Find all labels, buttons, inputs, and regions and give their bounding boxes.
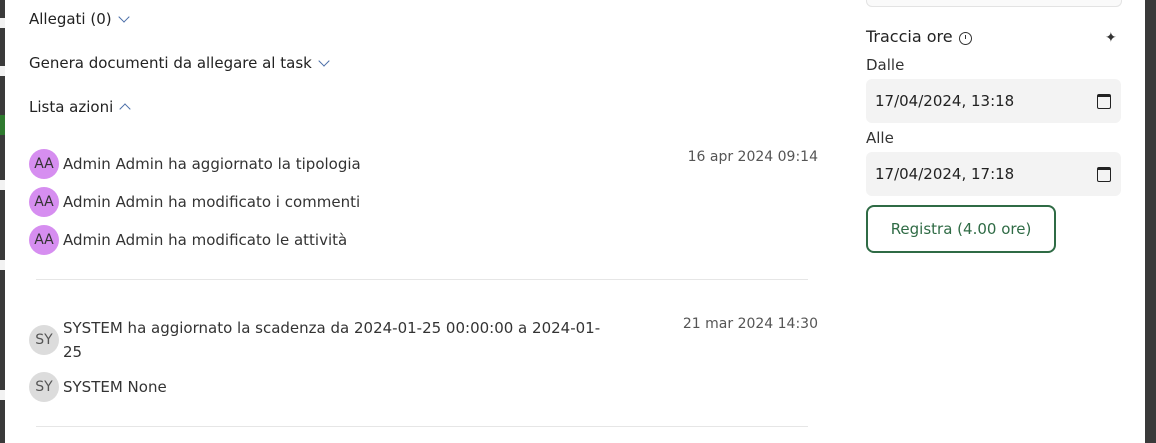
action-item: AA Admin Admin ha modificato le attività	[29, 225, 347, 255]
action-item: SY SYSTEM ha aggiornato la scadenza da 2…	[29, 316, 623, 364]
action-text: Admin Admin ha aggiornato la tipologia	[63, 155, 361, 173]
generate-docs-label: Genera documenti da allegare al task	[29, 54, 312, 72]
time-tracking-title: Traccia ore	[866, 27, 972, 46]
avatar: AA	[29, 149, 59, 179]
register-hours-button[interactable]: Registra (4.00 ore)	[866, 205, 1056, 253]
action-item: SY SYSTEM None	[29, 372, 167, 402]
clock-icon[interactable]	[958, 31, 972, 45]
edge-mark	[0, 66, 5, 76]
avatar: AA	[29, 225, 59, 255]
chevron-up-icon	[119, 103, 131, 115]
action-item: AA Admin Admin ha aggiornato la tipologi…	[29, 149, 361, 179]
group-divider	[36, 426, 808, 427]
avatar: SY	[29, 325, 59, 355]
to-label: Alle	[866, 129, 894, 147]
avatar: SY	[29, 372, 59, 402]
attachments-toggle[interactable]: Allegati (0)	[29, 10, 130, 28]
previous-panel-box	[866, 0, 1122, 7]
left-overlay-edge	[0, 0, 5, 443]
edge-mark	[0, 260, 5, 270]
edge-mark-green	[0, 115, 5, 135]
action-text-line: 25	[63, 343, 83, 361]
edge-mark	[0, 180, 5, 190]
chevron-down-icon	[117, 10, 130, 23]
edge-mark	[0, 390, 5, 400]
time-tracking-label: Traccia ore	[866, 27, 953, 46]
action-text: Admin Admin ha modificato i commenti	[63, 193, 361, 211]
calendar-icon[interactable]	[1097, 166, 1111, 182]
sparkle-icon[interactable]: ✦	[1105, 30, 1117, 46]
avatar: AA	[29, 187, 59, 217]
from-datetime-value: 17/04/2024, 13:18	[875, 92, 1015, 110]
attachments-label: Allegati (0)	[29, 10, 112, 28]
action-timestamp: 16 apr 2024 09:14	[687, 149, 818, 165]
action-text: SYSTEM ha aggiornato la scadenza da 2024…	[63, 316, 623, 364]
group-divider	[36, 279, 808, 280]
calendar-icon[interactable]	[1097, 93, 1111, 109]
right-overlay-edge	[1145, 0, 1156, 443]
from-datetime-input[interactable]: 17/04/2024, 13:18	[866, 79, 1121, 123]
from-label: Dalle	[866, 56, 905, 74]
chevron-down-icon	[318, 54, 330, 67]
to-datetime-input[interactable]: 17/04/2024, 17:18	[866, 152, 1121, 196]
actions-toggle[interactable]: Lista azioni	[29, 98, 131, 116]
actions-label: Lista azioni	[29, 98, 114, 116]
action-text-line: SYSTEM ha aggiornato la scadenza da 2024…	[63, 319, 601, 337]
action-item: AA Admin Admin ha modificato i commenti	[29, 187, 360, 217]
action-text: SYSTEM None	[63, 378, 167, 396]
action-text: Admin Admin ha modificato le attività	[63, 231, 348, 249]
generate-docs-toggle[interactable]: Genera documenti da allegare al task	[29, 54, 330, 72]
to-datetime-value: 17/04/2024, 17:18	[875, 165, 1015, 183]
edge-mark	[0, 18, 5, 28]
action-timestamp: 21 mar 2024 14:30	[682, 316, 818, 332]
